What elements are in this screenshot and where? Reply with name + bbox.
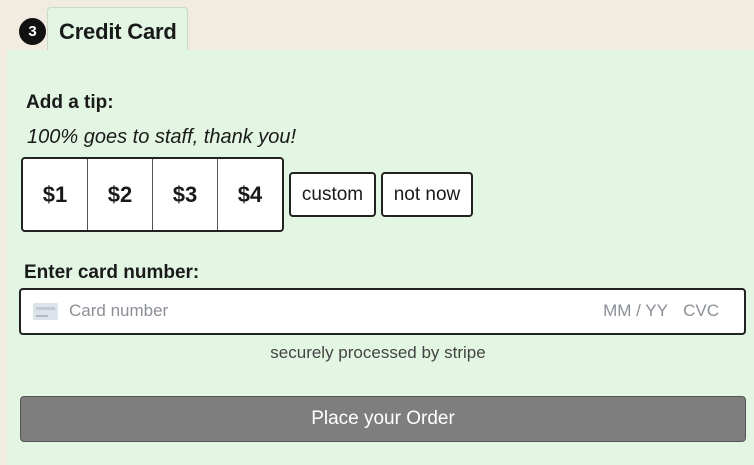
tip-custom-button[interactable]: custom [289, 172, 376, 217]
card-number-placeholder[interactable]: Card number [69, 301, 168, 321]
card-number-field[interactable]: Card number MM / YY CVC [19, 288, 746, 335]
tip-3-button[interactable]: $3 [153, 159, 218, 230]
card-cvc-placeholder[interactable]: CVC [683, 301, 719, 321]
credit-card-icon [33, 303, 58, 320]
tab-credit-card[interactable]: Credit Card [47, 7, 188, 51]
place-order-button[interactable]: Place your Order [20, 396, 746, 442]
secure-note: securely processed by stripe [270, 343, 486, 362]
tip-4-button[interactable]: $4 [218, 159, 282, 230]
card-heading: Enter card number: [24, 262, 200, 283]
tip-subheading: 100% goes to staff, thank you! [27, 126, 297, 148]
tip-1-button[interactable]: $1 [23, 159, 88, 230]
tip-not-now-button[interactable]: not now [381, 172, 473, 217]
tip-heading: Add a tip: [26, 92, 114, 113]
step-number-badge: 3 [19, 18, 46, 45]
tip-amount-group: $1 $2 $3 $4 [21, 157, 284, 232]
tip-2-button[interactable]: $2 [88, 159, 153, 230]
card-expiry-placeholder[interactable]: MM / YY [603, 301, 668, 321]
